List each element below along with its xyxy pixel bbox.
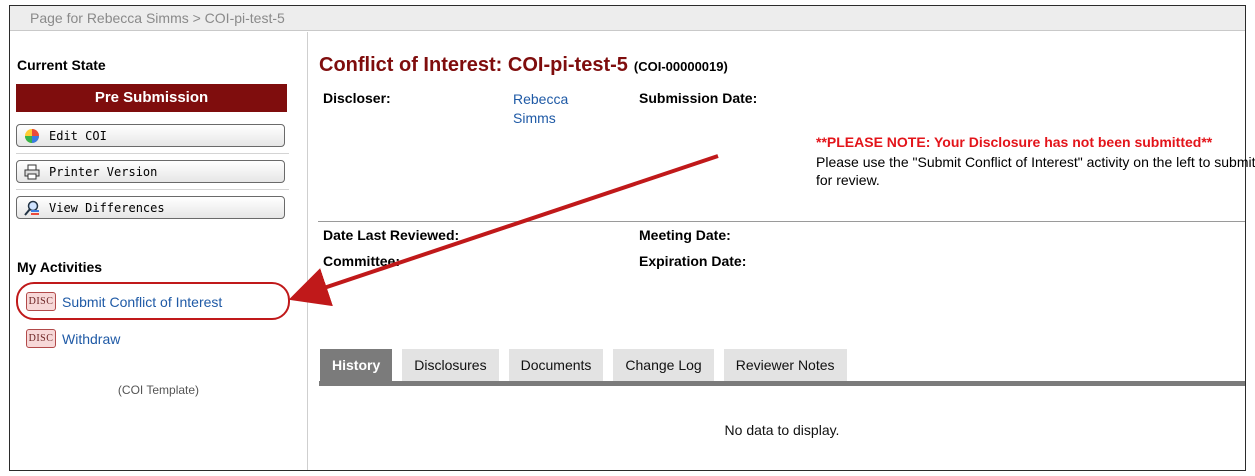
tab-reviewer-notes[interactable]: Reviewer Notes — [723, 349, 847, 381]
divider — [16, 153, 289, 154]
color-circle-icon — [23, 128, 41, 144]
tab-disclosures[interactable]: Disclosures — [402, 349, 499, 381]
view-differences-button[interactable]: View Differences — [16, 196, 285, 219]
page-title: Conflict of Interest: COI-pi-test-5 (COI-… — [319, 54, 728, 77]
tab-bar: History Disclosures Documents Change Log… — [320, 349, 857, 381]
disc-badge: DISC — [26, 329, 56, 348]
template-label: (COI Template) — [117, 383, 200, 397]
tab-documents[interactable]: Documents — [508, 349, 604, 381]
magnify-compare-icon — [23, 200, 41, 216]
page-title-text: Conflict of Interest: COI-pi-test-5 — [319, 54, 628, 76]
breadcrumb[interactable]: Page for Rebecca Simms > COI-pi-test-5 — [10, 6, 1245, 31]
tab-history[interactable]: History — [320, 349, 393, 381]
activity-withdraw-label: Withdraw — [62, 330, 121, 347]
printer-version-button[interactable]: Printer Version — [16, 160, 285, 183]
printer-version-label: Printer Version — [49, 164, 158, 179]
meeting-date-label: Meeting Date: — [639, 227, 731, 243]
note-warning: **PLEASE NOTE: Your Disclosure has not b… — [816, 134, 1213, 150]
note-text: Please use the "Submit Conflict of Inter… — [816, 154, 1255, 188]
submission-note: **PLEASE NOTE: Your Disclosure has not b… — [816, 133, 1255, 189]
record-id: (COI-00000019) — [633, 59, 728, 74]
divider — [16, 189, 289, 190]
activity-withdraw[interactable]: DISC Withdraw — [26, 329, 120, 348]
committee-label: Committee: — [323, 253, 401, 269]
printer-icon — [23, 164, 41, 180]
current-state-heading: Current State — [17, 57, 106, 73]
annotation-circle — [16, 282, 290, 320]
empty-message: No data to display. — [724, 422, 840, 438]
expiration-date-label: Expiration Date: — [639, 253, 747, 269]
discloser-label: Discloser: — [323, 90, 391, 106]
divider — [318, 221, 1245, 222]
tab-underline — [319, 381, 1245, 386]
date-last-reviewed-label: Date Last Reviewed: — [323, 227, 460, 243]
edit-coi-button[interactable]: Edit COI — [16, 124, 285, 147]
view-differences-label: View Differences — [49, 200, 165, 215]
edit-coi-label: Edit COI — [49, 128, 107, 143]
my-activities-heading: My Activities — [17, 259, 103, 275]
state-badge: Pre Submission — [16, 84, 287, 112]
discloser-link[interactable]: Rebecca Simms — [513, 90, 603, 128]
submission-date-label: Submission Date: — [639, 90, 758, 106]
tab-change-log[interactable]: Change Log — [613, 349, 714, 381]
